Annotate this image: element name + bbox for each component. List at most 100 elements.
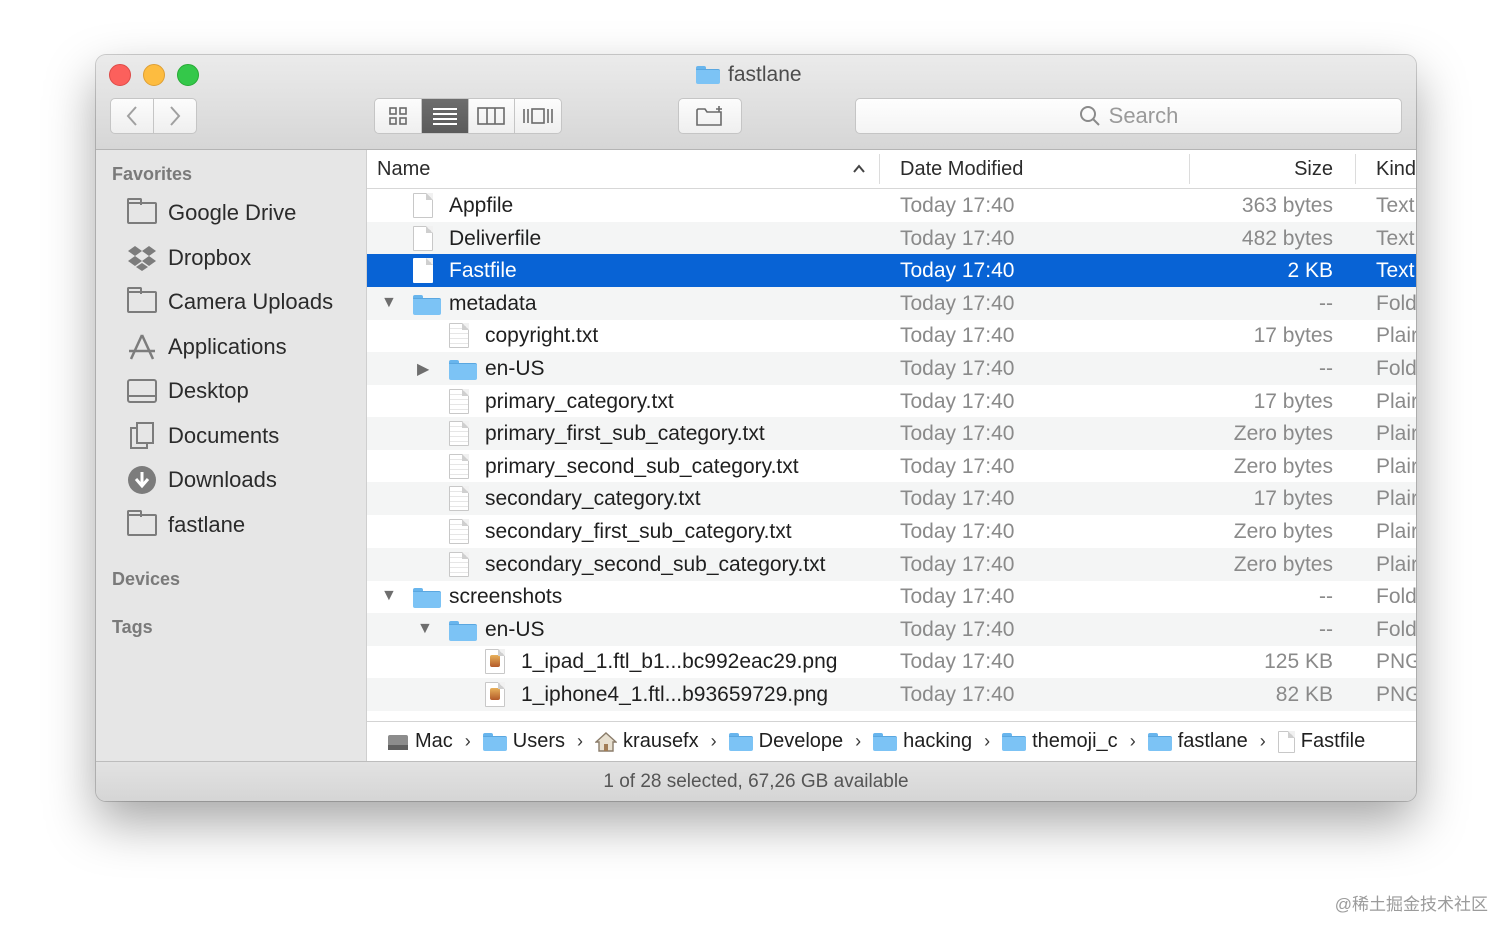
file-row[interactable]: primary_first_sub_category.txt Today 17:4… — [367, 417, 1416, 451]
column-name[interactable]: Name — [377, 158, 430, 181]
path-item-mac[interactable]: Mac — [387, 730, 453, 753]
path-item-krausefx[interactable]: krausefx — [595, 730, 699, 753]
path-item-developer[interactable]: Develope — [728, 730, 843, 753]
document-icon — [449, 323, 469, 349]
minimize-button[interactable] — [143, 64, 165, 86]
column-size[interactable]: Size — [1294, 158, 1333, 181]
disclosure-open-icon[interactable]: ▼ — [417, 620, 433, 638]
column-separator[interactable] — [879, 154, 880, 184]
file-row[interactable]: secondary_first_sub_category.txt Today 17… — [367, 515, 1416, 548]
cover-flow-icon — [523, 108, 553, 124]
file-kind: Plair — [1376, 389, 1416, 413]
sidebar-item-documents[interactable]: Documents — [126, 416, 279, 456]
file-kind: Plair — [1376, 487, 1416, 511]
zoom-button[interactable] — [177, 64, 199, 86]
file-date: Today 17:40 — [900, 194, 1015, 217]
folder-icon — [413, 588, 441, 614]
list-view-icon — [432, 108, 457, 125]
path-item-users[interactable]: Users — [482, 730, 565, 753]
column-view-button[interactable] — [468, 99, 516, 133]
search-field[interactable]: Search — [855, 98, 1402, 134]
folder-icon — [728, 732, 753, 751]
file-row[interactable]: Fastfile Today 17:40 2 KB Text — [367, 254, 1416, 288]
sidebar-item-desktop[interactable]: Desktop — [126, 371, 249, 411]
file-date: Today 17:40 — [900, 650, 1015, 674]
folder-row[interactable]: ▼ en-US Today 17:40 -- Fold — [367, 612, 1416, 646]
sidebar-item-fastlane[interactable]: fastlane — [126, 505, 245, 545]
folder-icon — [482, 732, 507, 751]
folder-row[interactable]: ▼ metadata Today 17:40 -- Fold — [367, 286, 1416, 321]
document-icon — [449, 388, 469, 414]
search-placeholder: Search — [1108, 103, 1179, 128]
file-size: 82 KB — [1275, 683, 1333, 706]
file-row[interactable]: 1_iphone4_1.ftl...b93659729.png Today 17:… — [367, 678, 1416, 711]
path-item-fastlane[interactable]: fastlane — [1147, 730, 1248, 753]
file-size: 482 bytes — [1241, 226, 1333, 250]
cover-flow-view-button[interactable] — [515, 99, 561, 133]
column-kind[interactable]: Kind — [1376, 158, 1416, 181]
list-view-button[interactable] — [421, 99, 469, 133]
sidebar-item-applications[interactable]: Applications — [126, 327, 287, 367]
folder-row[interactable]: ▼ screenshots Today 17:40 -- Fold — [367, 580, 1416, 613]
new-folder-button[interactable] — [678, 98, 742, 134]
file-date: Today 17:40 — [900, 389, 1015, 413]
file-name: secondary_first_sub_category.txt — [485, 520, 792, 543]
path-item-hacking[interactable]: hacking — [873, 730, 972, 753]
sidebar-item-downloads[interactable]: Downloads — [126, 460, 277, 500]
file-kind: Text — [1376, 194, 1415, 217]
path-item-themoji[interactable]: themoji_c — [1002, 730, 1118, 753]
column-separator[interactable] — [1189, 154, 1190, 184]
file-row[interactable]: copyright.txt Today 17:40 17 bytes Plair — [367, 319, 1416, 352]
disclosure-open-icon[interactable]: ▼ — [381, 587, 397, 605]
document-icon — [413, 193, 433, 218]
folder-icon — [413, 294, 441, 321]
home-icon — [595, 731, 618, 752]
file-row[interactable]: Appfile Today 17:40 363 bytes Text — [367, 189, 1416, 222]
sidebar-item-dropbox[interactable]: Dropbox — [126, 238, 251, 278]
folder-icon — [449, 360, 477, 386]
path-item-fastfile[interactable]: Fastfile — [1277, 730, 1366, 753]
column-separator[interactable] — [1355, 154, 1356, 184]
file-row[interactable]: primary_category.txt Today 17:40 17 bytes P… — [367, 385, 1416, 418]
file-date: Today 17:40 — [900, 683, 1015, 706]
image-file-icon — [485, 649, 505, 675]
sidebar-item-google-drive[interactable]: Google Drive — [126, 193, 296, 233]
watermark: @稀土掘金技术社区 — [1334, 895, 1488, 914]
file-date: Today 17:40 — [900, 357, 1015, 380]
search-icon — [1079, 106, 1100, 126]
back-button[interactable] — [110, 98, 154, 134]
column-view-icon — [477, 107, 506, 125]
file-name: Fastfile — [449, 259, 517, 283]
document-icon — [449, 453, 469, 479]
path-separator-icon: › — [1129, 731, 1136, 751]
file-row[interactable]: 1_ipad_1.ftl_b1...bc992eac29.png Today 17… — [367, 645, 1416, 678]
toolbar: fastlane Search — [96, 55, 1416, 150]
devices-heading[interactable]: Devices — [112, 569, 180, 590]
file-date: Today 17:40 — [900, 324, 1015, 348]
icon-view-icon — [389, 107, 407, 125]
tags-heading[interactable]: Tags — [112, 617, 153, 638]
file-date: Today 17:40 — [900, 259, 1015, 283]
file-row[interactable]: secondary_category.txt Today 17:40 17 byte… — [367, 482, 1416, 516]
folder-icon — [127, 510, 157, 536]
path-item-label: Fastfile — [1300, 730, 1366, 752]
sidebar-item-label: Documents — [168, 423, 280, 448]
folder-icon — [1002, 732, 1027, 751]
file-row[interactable]: Deliverfile Today 17:40 482 bytes Text — [367, 221, 1416, 255]
sidebar-item-camera-uploads[interactable]: Camera Uploads — [126, 282, 333, 322]
file-date: Today 17:40 — [900, 487, 1015, 511]
window-title: fastlane — [696, 61, 802, 89]
file-date: Today 17:40 — [900, 226, 1015, 250]
disclosure-open-icon[interactable]: ▼ — [381, 294, 397, 312]
file-kind: Text — [1376, 226, 1415, 250]
file-row[interactable]: primary_second_sub_category.txt Today 17:… — [367, 450, 1416, 483]
close-button[interactable] — [109, 64, 131, 86]
file-name: copyright.txt — [485, 324, 599, 348]
file-row[interactable]: secondary_second_sub_category.txt Today 1… — [367, 547, 1416, 581]
icon-view-button[interactable] — [375, 99, 422, 133]
folder-row[interactable]: ▶ en-US Today 17:40 -- Fold — [367, 352, 1416, 385]
disclosure-closed-icon[interactable]: ▶ — [417, 359, 429, 379]
forward-button[interactable] — [153, 98, 197, 134]
column-date-modified[interactable]: Date Modified — [900, 158, 1023, 181]
file-name: primary_first_sub_category.txt — [485, 422, 765, 446]
